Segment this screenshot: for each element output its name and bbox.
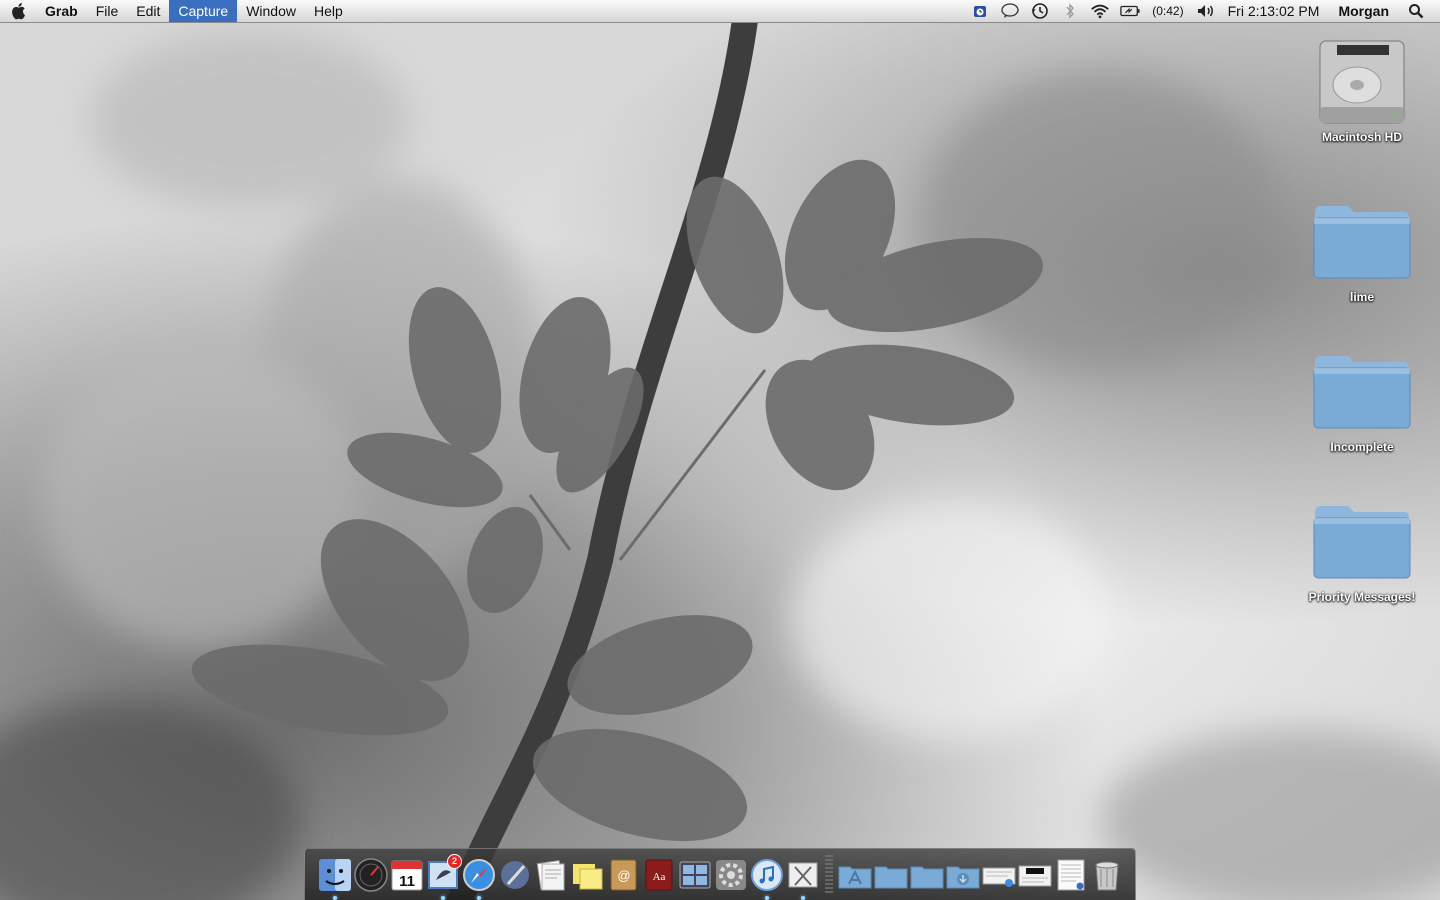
folder-stack-icon: [910, 866, 944, 889]
apple-menu-icon[interactable]: [0, 0, 36, 22]
dock-applications-stack[interactable]: [838, 858, 872, 892]
folder-icon: [1312, 194, 1412, 290]
running-indicator: [765, 896, 769, 900]
svg-text:@: @: [617, 868, 630, 883]
dock-document-1[interactable]: [982, 858, 1016, 892]
dock-xcode[interactable]: [498, 858, 532, 892]
dock-document-2[interactable]: [1018, 858, 1052, 892]
dock-mail[interactable]: 2: [426, 854, 462, 900]
trash-icon: [1095, 861, 1119, 891]
address-book-icon: @: [610, 859, 637, 891]
menu-window[interactable]: Window: [237, 0, 305, 22]
dock-preview[interactable]: [534, 858, 568, 892]
menu-file[interactable]: File: [87, 0, 128, 22]
dashboard-icon: [354, 858, 388, 892]
document-icon: [1057, 859, 1085, 891]
dock-grab[interactable]: [786, 858, 820, 900]
dock-separator[interactable]: [825, 855, 833, 893]
running-indicator: [477, 896, 481, 900]
dock-folder-stack[interactable]: [910, 858, 944, 892]
applications-folder-icon: [838, 866, 872, 889]
chat-bubble-icon[interactable]: [1000, 0, 1020, 22]
dock-downloads-stack[interactable]: [946, 858, 980, 892]
folder-icon: [1312, 344, 1412, 440]
fast-user-switching[interactable]: Morgan: [1326, 3, 1401, 19]
running-indicator: [801, 896, 805, 900]
desktop-icon-label: lime: [1349, 290, 1374, 304]
itunes-icon: [751, 859, 783, 891]
safari-icon: [463, 859, 495, 891]
spotlight-search-icon[interactable]: [1406, 0, 1426, 22]
preview-icon: [536, 860, 565, 891]
calendar-day: 11: [399, 873, 415, 890]
dictionary-icon: Aa: [645, 859, 673, 891]
bluetooth-icon[interactable]: [1060, 0, 1080, 22]
desktop-icon-lime[interactable]: lime: [1302, 194, 1422, 304]
calendar-icon: 11: [391, 860, 423, 891]
desktop-icon-label: Incomplete: [1330, 440, 1394, 454]
dock-spaces[interactable]: [678, 858, 712, 892]
battery-time-remaining[interactable]: (0:42): [1145, 4, 1190, 18]
documents-folder-icon: [874, 866, 908, 889]
grab-icon: [788, 862, 818, 888]
downloads-folder-icon: [946, 866, 980, 889]
volume-icon[interactable]: [1196, 0, 1216, 22]
xcode-icon: [501, 861, 529, 889]
finder-icon: [319, 859, 351, 891]
dock-address-book[interactable]: @: [606, 858, 640, 892]
unread-badge: 2: [447, 854, 462, 869]
battery-icon[interactable]: [1120, 0, 1140, 22]
menu-help[interactable]: Help: [305, 0, 352, 22]
desktop-icon-label: Macintosh HD: [1321, 130, 1402, 144]
dock-stickies[interactable]: [570, 858, 604, 892]
menu-app-name[interactable]: Grab: [36, 0, 87, 22]
dock-dashboard[interactable]: [354, 858, 388, 892]
desktop-icon-priority-messages[interactable]: Priority Messages!: [1302, 494, 1422, 604]
desktop-icon-macintosh-hd[interactable]: Macintosh HD: [1302, 34, 1422, 144]
desktop-icon-label: Priority Messages!: [1308, 590, 1416, 604]
wifi-icon[interactable]: [1090, 0, 1110, 22]
dock-trash[interactable]: [1090, 858, 1124, 892]
desktop-wallpaper: [0, 7, 1440, 900]
alarm-clock-icon[interactable]: [970, 0, 990, 22]
menu-edit[interactable]: Edit: [127, 0, 169, 22]
dock-finder[interactable]: [318, 858, 352, 900]
document-icon: [982, 867, 1016, 887]
running-indicator: [333, 896, 337, 900]
stickies-icon: [573, 864, 603, 890]
desktop-icon-incomplete[interactable]: Incomplete: [1302, 344, 1422, 454]
time-machine-icon[interactable]: [1030, 0, 1050, 22]
dock: 11 2 @ Aa: [304, 848, 1136, 900]
spaces-icon: [679, 861, 711, 889]
document-icon: [1018, 865, 1052, 887]
dock-safari[interactable]: [462, 858, 496, 900]
system-preferences-icon: [716, 860, 746, 890]
dock-ical[interactable]: 11: [390, 858, 424, 892]
menubar-clock[interactable]: Fri 2:13:02 PM: [1221, 3, 1327, 19]
dock-system-preferences[interactable]: [714, 858, 748, 892]
menu-bar: Grab File Edit Capture Window Help (0:42…: [0, 0, 1440, 23]
dock-dictionary[interactable]: Aa: [642, 858, 676, 892]
dock-documents-stack[interactable]: [874, 858, 908, 892]
dock-itunes[interactable]: [750, 858, 784, 900]
dock-document-3[interactable]: [1054, 858, 1088, 892]
hard-drive-icon: [1312, 34, 1412, 130]
running-indicator: [441, 896, 445, 900]
menu-capture[interactable]: Capture: [169, 0, 238, 22]
dictionary-label: Aa: [653, 871, 666, 883]
status-area: (0:42) Fri 2:13:02 PM Morgan: [965, 0, 1440, 22]
folder-icon: [1312, 494, 1412, 590]
